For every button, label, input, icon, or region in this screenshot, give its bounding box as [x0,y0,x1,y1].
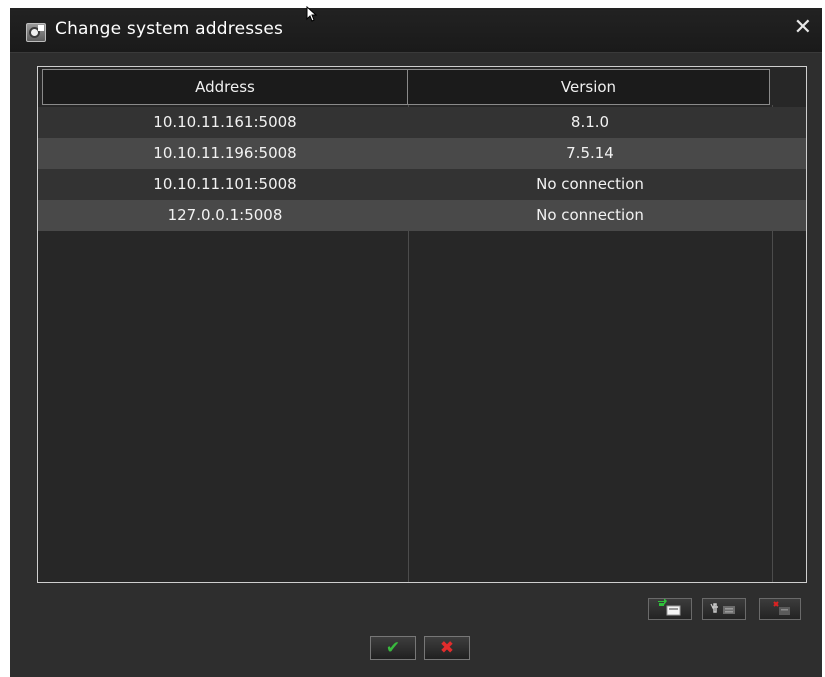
table-row[interactable]: 10.10.11.101:5008 No connection [38,169,806,200]
column-header-version[interactable]: Version [408,70,769,104]
address-cell: 10.10.11.196:5008 [153,144,297,162]
address-cell: 10.10.11.161:5008 [153,113,297,131]
table-row[interactable]: 10.10.11.196:5008 7.5.14 [38,138,806,169]
cancel-button[interactable]: ✖ [424,636,470,660]
table-row[interactable]: 127.0.0.1:5008 No connection [38,200,806,231]
version-cell: No connection [536,175,644,193]
address-table: Address Version 10.10.11.161:5008 8.1.0 … [37,66,807,583]
edit-address-icon [710,603,735,614]
edit-address-button[interactable] [702,598,746,620]
add-address-button[interactable] [648,598,692,620]
delete-address-button[interactable] [759,598,801,620]
close-icon[interactable]: ✕ [794,17,812,39]
delete-address-icon [773,601,790,615]
column-header-address[interactable]: Address [43,70,408,104]
add-address-icon [658,599,681,616]
version-cell: No connection [536,206,644,224]
table-header: Address Version [42,69,770,105]
table-body: 10.10.11.161:5008 8.1.0 10.10.11.196:500… [38,107,806,231]
dialog-titlebar: Change system addresses ✕ [10,6,822,53]
address-cell: 10.10.11.101:5008 [153,175,297,193]
version-cell: 7.5.14 [566,144,614,162]
mouse-cursor-icon [306,6,318,22]
settings-app-icon [26,23,46,42]
change-system-addresses-dialog: Change system addresses ✕ Address Versio… [10,6,822,677]
address-cell: 127.0.0.1:5008 [167,206,283,224]
version-cell: 8.1.0 [570,113,610,131]
table-row[interactable]: 10.10.11.161:5008 8.1.0 [38,107,806,138]
dialog-title: Change system addresses [55,19,284,39]
ok-button[interactable]: ✔ [370,636,416,660]
